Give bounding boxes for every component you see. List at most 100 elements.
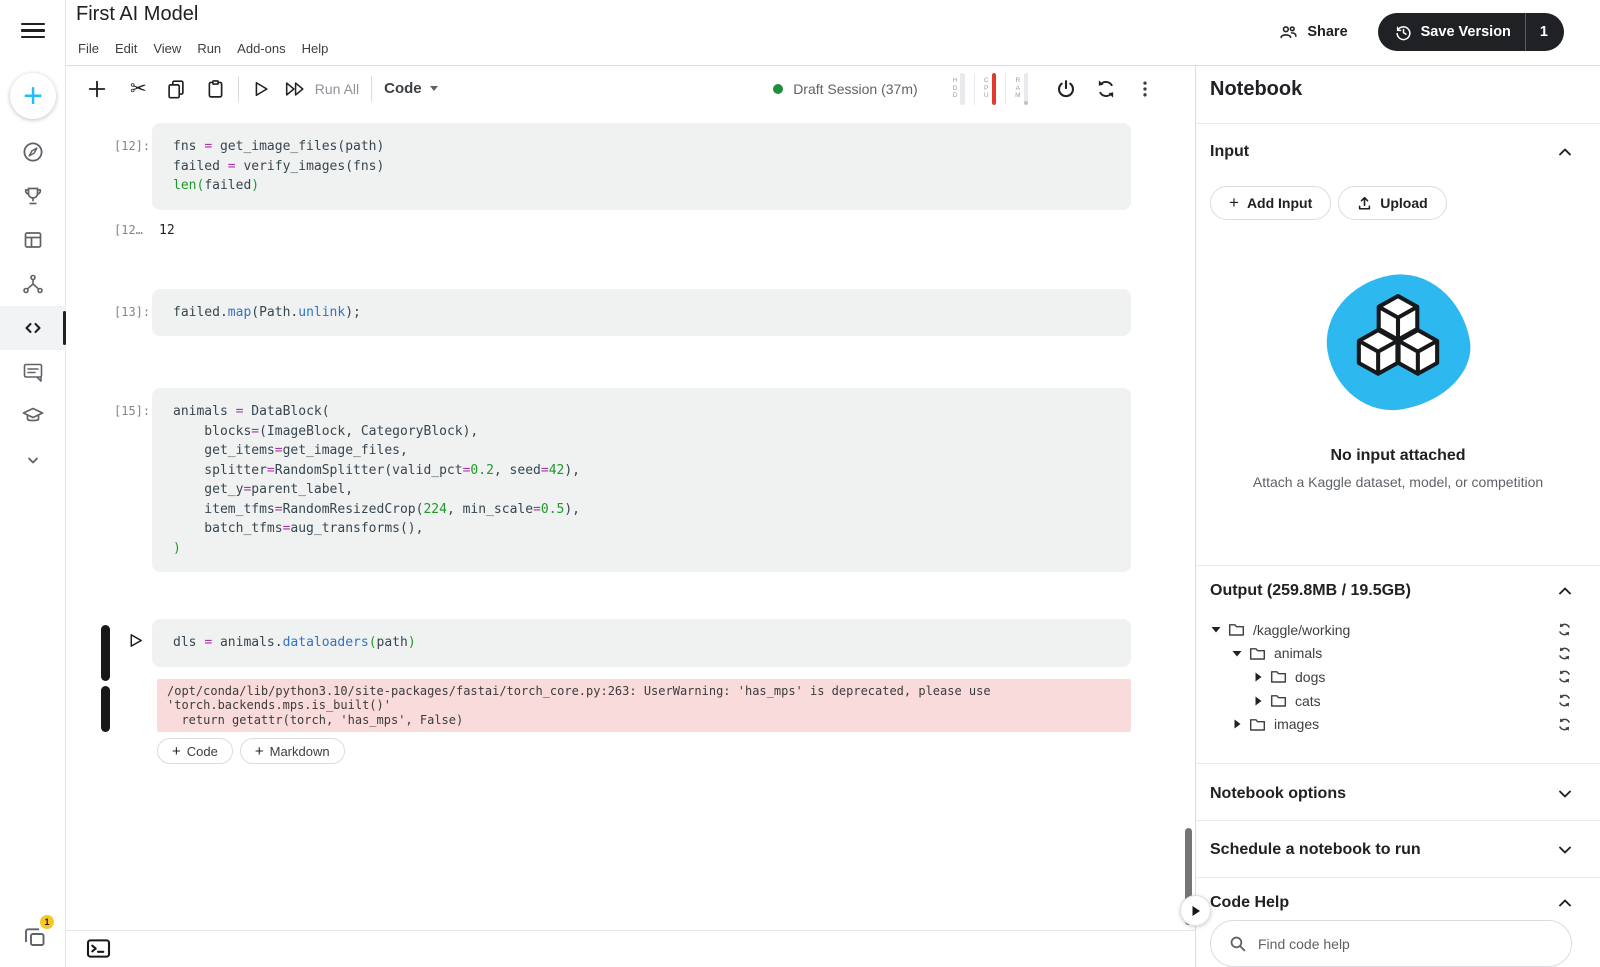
plus-icon: + — [1229, 193, 1239, 213]
schedule-notebook-header[interactable]: Schedule a notebook to run — [1210, 834, 1572, 866]
power-off-button[interactable] — [1055, 78, 1077, 100]
sidebar-item-datasets[interactable] — [0, 218, 66, 262]
sidebar-item-code[interactable] — [0, 306, 66, 350]
cut-cell-button[interactable]: ✂ — [130, 76, 147, 101]
add-code-cell-button[interactable]: + Code — [157, 738, 233, 764]
meter-hdd[interactable]: HDD — [944, 73, 975, 105]
add-cell-button[interactable] — [86, 78, 108, 100]
sidebar-item-discussions[interactable] — [0, 350, 66, 394]
refresh-folder-button[interactable] — [1557, 646, 1572, 661]
copy-cell-button[interactable] — [165, 78, 187, 100]
tree-expanded-arrow[interactable] — [1231, 649, 1243, 658]
notebook-options-title: Notebook options — [1210, 785, 1346, 803]
refresh-folder-button[interactable] — [1557, 717, 1572, 732]
divider — [1196, 877, 1600, 878]
menu-help[interactable]: Help — [294, 37, 337, 60]
panel-expand-handle[interactable] — [1180, 895, 1211, 926]
triangle-right-icon — [1191, 905, 1201, 917]
add-input-button[interactable]: + Add Input — [1210, 186, 1331, 220]
menu-file[interactable]: File — [70, 37, 107, 60]
chevron-down-icon — [1558, 789, 1572, 799]
restart-session-button[interactable] — [1095, 78, 1117, 100]
paste-cell-button[interactable] — [205, 78, 226, 100]
code-line: splitter=RandomSplitter(valid_pct=0.2, s… — [173, 461, 1110, 481]
tree-row-kaggle-working[interactable]: /kaggle/working — [1210, 618, 1572, 642]
compass-icon — [21, 140, 45, 164]
active-events-button[interactable]: 1 — [20, 922, 50, 954]
run-this-cell-button[interactable] — [122, 629, 148, 655]
menu-view[interactable]: View — [145, 37, 189, 60]
code-help-search-input[interactable] — [1258, 936, 1553, 952]
notebook-main: ✂ Run All Code Dr — [66, 66, 1195, 967]
execution-count: [12]: — [114, 139, 150, 153]
output-section-title: Output (259.8MB / 19.5GB) — [1210, 582, 1411, 600]
notebook-title[interactable]: First AI Model — [76, 3, 198, 26]
tree-expanded-icon — [1232, 649, 1242, 658]
chevron-up-icon — [1558, 147, 1572, 157]
tree-label: images — [1274, 716, 1557, 732]
code-editor[interactable]: fns = get_image_files(path)failed = veri… — [152, 123, 1131, 210]
output-section-header[interactable]: Output (259.8MB / 19.5GB) — [1210, 579, 1572, 603]
meter-cpu[interactable]: CPU — [975, 73, 1006, 105]
tree-collapsed-arrow[interactable] — [1252, 672, 1264, 682]
tree-row-images[interactable]: images — [1210, 712, 1572, 736]
code-help-header[interactable]: Code Help — [1210, 889, 1572, 917]
cell-output: [12…12 — [66, 223, 1195, 238]
console-toggle-button[interactable] — [86, 938, 111, 962]
sync-icon — [1557, 669, 1572, 684]
notebook-options-header[interactable]: Notebook options — [1210, 778, 1572, 810]
code-cell: [15]:animals = DataBlock( blocks=(ImageB… — [66, 388, 1195, 572]
create-button[interactable]: + — [10, 73, 56, 119]
menu-toggle-button[interactable] — [21, 19, 45, 41]
tree-expanded-arrow[interactable] — [1210, 625, 1222, 634]
code-editor[interactable]: animals = DataBlock( blocks=(ImageBlock,… — [152, 388, 1131, 572]
session-status-button[interactable]: Draft Session (37m) — [773, 81, 917, 97]
sidebar-item-home[interactable] — [0, 130, 66, 174]
refresh-folder-button[interactable] — [1557, 622, 1572, 637]
refresh-folder-button[interactable] — [1557, 693, 1572, 708]
code-icon — [21, 316, 45, 340]
version-count[interactable]: 1 — [1526, 24, 1564, 40]
session-active-dot — [773, 84, 783, 94]
code-line: blocks=(ImageBlock, CategoryBlock), — [173, 422, 1110, 442]
cubes-illustration — [1323, 271, 1473, 413]
sidebar-item-models[interactable] — [0, 262, 66, 306]
folder-icon — [1249, 646, 1266, 661]
tree-row-cats[interactable]: cats — [1210, 689, 1572, 713]
meter-ram[interactable]: RAM — [1006, 73, 1037, 105]
menu-run[interactable]: Run — [189, 37, 229, 60]
run-cell-button[interactable] — [251, 79, 271, 99]
meter-track — [992, 73, 997, 105]
share-button[interactable]: Share — [1278, 22, 1347, 43]
run-all-button[interactable]: Run All — [285, 80, 359, 98]
cells-container: [12]:fns = get_image_files(path)failed =… — [66, 123, 1195, 732]
tree-row-animals[interactable]: animals — [1210, 642, 1572, 666]
save-version-button[interactable]: Save Version 1 — [1378, 13, 1564, 51]
input-section-header[interactable]: Input — [1210, 140, 1572, 164]
tree-collapsed-arrow[interactable] — [1231, 719, 1243, 729]
upload-button[interactable]: Upload — [1338, 186, 1446, 220]
meter-label: HDD — [953, 77, 958, 100]
sidebar-item-competitions[interactable] — [0, 174, 66, 218]
code-editor[interactable]: failed.map(Path.unlink); — [152, 289, 1131, 337]
cell-type-dropdown[interactable]: Code — [384, 80, 438, 97]
sidebar-item-learn[interactable] — [0, 394, 66, 438]
refresh-folder-button[interactable] — [1557, 669, 1572, 684]
code-editor[interactable]: dls = animals.dataloaders(path) — [152, 619, 1131, 667]
code-cell: [12]:fns = get_image_files(path)failed =… — [66, 123, 1195, 210]
sidebar-more-button[interactable] — [0, 438, 66, 482]
console-bar — [66, 930, 1195, 967]
upload-label: Upload — [1380, 195, 1427, 211]
search-icon — [1229, 935, 1246, 952]
folder-icon — [1270, 693, 1287, 708]
more-options-button[interactable] — [1135, 78, 1155, 100]
add-markdown-cell-button[interactable]: + Markdown — [240, 738, 345, 764]
add-markdown-label: Markdown — [270, 744, 330, 759]
menu-edit[interactable]: Edit — [107, 37, 145, 60]
input-empty-state: No input attached Attach a Kaggle datase… — [1196, 271, 1600, 490]
tree-collapsed-arrow[interactable] — [1252, 696, 1264, 706]
history-clock-icon — [1394, 23, 1413, 42]
cell-gutter: [12]: — [66, 123, 152, 210]
menu-add-ons[interactable]: Add-ons — [229, 37, 293, 60]
tree-row-dogs[interactable]: dogs — [1210, 665, 1572, 689]
